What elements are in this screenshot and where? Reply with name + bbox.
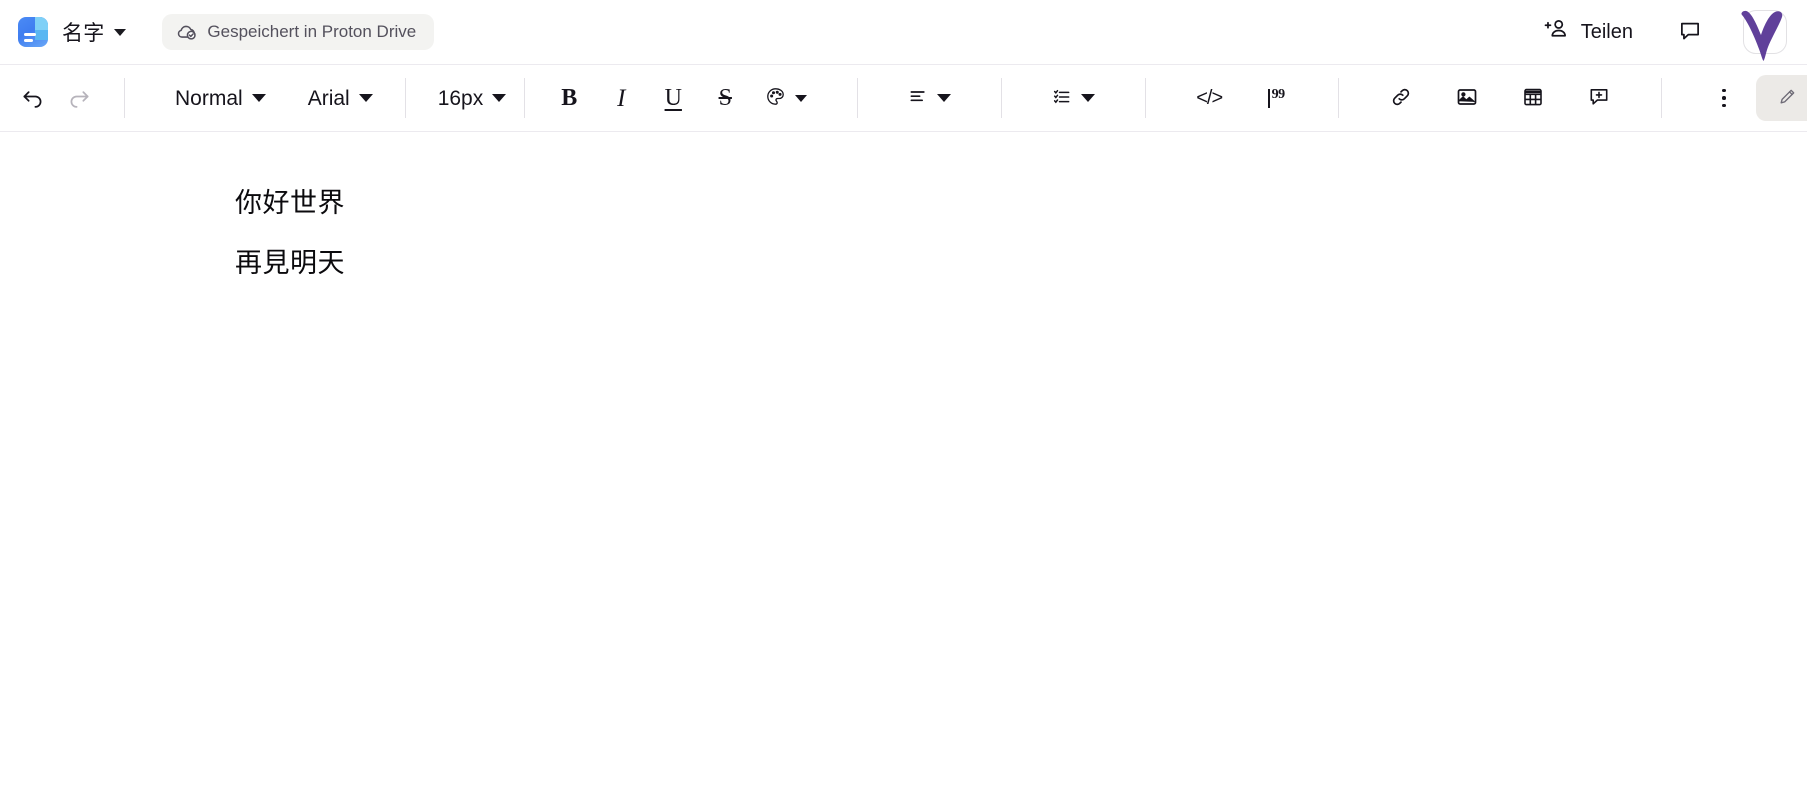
font-size-value: 16px <box>437 86 484 110</box>
italic-button[interactable]: I <box>599 76 643 120</box>
document-page[interactable]: 你好世界 再見明天 <box>0 132 1807 277</box>
person-add-icon <box>1543 16 1569 48</box>
save-status-badge: Gespeichert in Proton Drive <box>162 14 435 50</box>
code-block-button[interactable]: </> <box>1186 76 1232 120</box>
insert-link-button[interactable] <box>1379 76 1423 120</box>
comments-button[interactable] <box>1669 11 1711 53</box>
app-icon-tile-light <box>35 17 48 30</box>
kebab-dot <box>1722 96 1726 100</box>
toolbar-divider <box>1001 78 1003 118</box>
top-bar: 名字 Gespeichert in Proton Drive Teilen <box>0 0 1807 64</box>
pencil-edit-icon <box>1778 87 1797 109</box>
bold-button[interactable]: B <box>547 76 591 120</box>
underline-glyph: U <box>664 85 682 111</box>
app-icon-line-bottom <box>24 38 33 42</box>
user-avatar[interactable] <box>1737 6 1789 61</box>
italic-glyph: I <box>617 84 626 112</box>
font-family-chevron-down-icon <box>358 94 373 102</box>
redo-button[interactable] <box>56 76 102 120</box>
share-button[interactable]: Teilen <box>1529 12 1647 52</box>
quote-bar <box>1267 89 1270 108</box>
text-color-dropdown[interactable] <box>755 76 817 120</box>
strikethrough-glyph: S <box>718 85 732 111</box>
document-paragraph[interactable]: 再見明天 <box>235 250 1807 277</box>
toolbar-divider <box>404 78 406 118</box>
undo-arrow-icon <box>20 84 46 113</box>
document-paragraph[interactable]: 你好世界 <box>235 190 1807 217</box>
app-icon-line-top <box>24 33 36 36</box>
toolbar-divider <box>857 78 859 118</box>
toolbar-divider <box>1145 78 1147 118</box>
font-family-dropdown[interactable]: Arial <box>298 76 383 120</box>
strikethrough-button[interactable]: S <box>703 76 747 120</box>
toolbar-divider <box>524 78 526 118</box>
redo-arrow-icon <box>66 84 92 113</box>
kebab-dot <box>1722 88 1726 93</box>
comment-bubble-icon <box>1677 18 1703 47</box>
kebab-dot <box>1722 103 1726 108</box>
list-dropdown[interactable] <box>1042 76 1105 120</box>
document-canvas[interactable]: 你好世界 再見明天 <box>0 132 1807 809</box>
insert-table-button[interactable] <box>1511 76 1555 120</box>
font-family-value: Arial <box>307 86 350 110</box>
paragraph-style-chevron-down-icon <box>251 94 266 102</box>
formatting-toolbar: Normal Arial 16px B I U S </> 99 <box>0 64 1807 132</box>
paragraph-style-dropdown[interactable]: Normal <box>165 76 276 120</box>
align-dropdown[interactable] <box>898 76 961 120</box>
comment-plus-icon <box>1587 85 1611 112</box>
font-size-chevron-down-icon <box>492 94 507 102</box>
cloud-check-icon <box>176 21 198 43</box>
color-palette-icon <box>765 86 786 110</box>
document-title[interactable]: 名字 <box>62 17 104 47</box>
more-options-button[interactable] <box>1702 76 1746 120</box>
bulleted-list-icon <box>1052 87 1072 110</box>
list-chevron-down-icon <box>1081 94 1096 102</box>
quote-number: 99 <box>1271 87 1286 102</box>
quote-99-icon: 99 <box>1267 87 1286 108</box>
align-chevron-down-icon <box>937 94 952 102</box>
undo-button[interactable] <box>10 76 56 120</box>
image-icon <box>1455 85 1479 112</box>
kebab-more-icon <box>1722 88 1726 108</box>
text-color-chevron-down-icon <box>795 94 808 102</box>
add-comment-button[interactable] <box>1577 76 1621 120</box>
toolbar-divider <box>124 78 125 118</box>
underline-button[interactable]: U <box>651 76 695 120</box>
block-quote-button[interactable]: 99 <box>1254 76 1298 120</box>
purple-v-mark-icon <box>1741 10 1783 61</box>
proton-docs-app-icon[interactable] <box>18 17 48 47</box>
table-grid-icon <box>1521 85 1545 112</box>
font-size-dropdown[interactable]: 16px <box>428 76 517 120</box>
document-title-chevron-down-icon[interactable] <box>114 28 127 36</box>
bold-glyph: B <box>561 85 578 111</box>
insert-image-button[interactable] <box>1445 76 1489 120</box>
app-icon-tile-mid <box>35 30 48 40</box>
code-brackets-icon: </> <box>1196 86 1223 109</box>
paragraph-style-value: Normal <box>175 86 243 110</box>
toolbar-divider <box>1338 78 1340 118</box>
editing-mode-dropdown[interactable] <box>1756 75 1807 121</box>
align-left-icon <box>908 87 928 110</box>
share-button-label: Teilen <box>1580 20 1633 43</box>
link-chain-icon <box>1389 85 1413 112</box>
save-status-label: Gespeichert in Proton Drive <box>207 22 417 41</box>
toolbar-divider <box>1661 78 1663 118</box>
